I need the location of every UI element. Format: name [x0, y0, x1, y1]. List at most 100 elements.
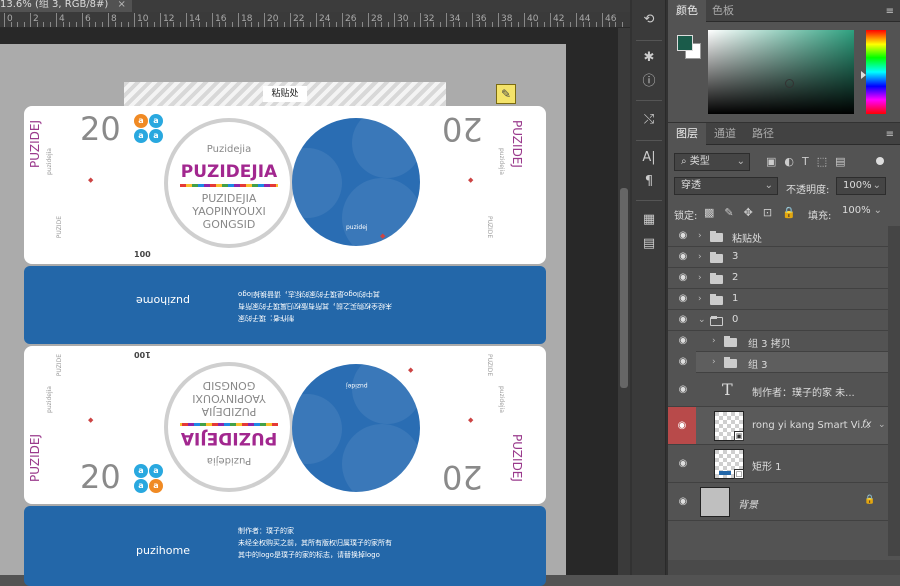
scroll-thumb[interactable] — [620, 188, 628, 388]
info-icon[interactable]: ⓘ — [639, 72, 659, 92]
back-side-text-right: PUZIDEJ — [510, 434, 524, 482]
visibility-eye-box[interactable]: ◉ — [668, 407, 696, 444]
layers-panel-menu-icon[interactable]: ≡ — [886, 129, 894, 140]
color-picker-marker[interactable] — [785, 79, 794, 88]
filter-toggle-icon[interactable] — [876, 157, 884, 165]
canvas-area[interactable]: 粘贴处 ✎ PUZIDEJ puzidejia PUZIDE ◆ 20 a a … — [0, 28, 618, 586]
layer-name[interactable]: 矩形 1 — [752, 458, 782, 473]
expand-arrow-icon[interactable]: › — [712, 336, 716, 346]
paths-icon[interactable]: ⤭ — [639, 110, 659, 130]
visibility-eye-icon[interactable]: ◉ — [676, 496, 690, 507]
visibility-eye-icon[interactable]: ◉ — [676, 230, 690, 241]
history-icon[interactable]: ⟲ — [639, 10, 659, 30]
expand-arrow-icon[interactable]: › — [698, 294, 702, 304]
tab-channels[interactable]: 通道 — [706, 123, 744, 145]
layer-row-selected[interactable]: ◉ › 组 3 — [679, 352, 888, 373]
visibility-eye-icon[interactable]: ◉ — [676, 251, 690, 262]
layer-name[interactable]: 粘贴处 — [732, 230, 762, 245]
filter-dropdown[interactable]: ⌕ 类型 ⌄ — [674, 153, 750, 171]
paragraph-icon[interactable]: ¶ — [639, 172, 659, 192]
collapse-arrow-icon[interactable]: ⌄ — [698, 315, 706, 325]
layer-row[interactable]: ◉ ⌄ 0 — [668, 310, 888, 331]
layer-name[interactable]: 1 — [732, 293, 738, 304]
layer-name[interactable]: 0 — [732, 314, 738, 325]
color-picker-field[interactable] — [708, 30, 854, 114]
fill-input[interactable]: 100% ⌄ — [836, 203, 886, 221]
tab-layers[interactable]: 图层 — [668, 123, 706, 145]
chevron-down-icon: ⌄ — [872, 180, 881, 191]
layer-name[interactable]: 背景 — [738, 496, 758, 511]
document-canvas[interactable]: 粘贴处 ✎ PUZIDEJ puzidejia PUZIDE ◆ 20 a a … — [0, 44, 566, 586]
visibility-eye-icon[interactable]: ◉ — [676, 335, 690, 346]
expand-arrow-icon[interactable]: › — [698, 231, 702, 241]
layer-row-smart-object[interactable]: ◉ ▣ rong yi kang Smart Vi... fx ⌄ — [668, 407, 888, 445]
brush-settings-icon[interactable]: ✱ — [639, 48, 659, 68]
ruler-tick — [465, 22, 467, 27]
layer-row[interactable]: ◉ › 粘贴处 — [668, 226, 888, 247]
layers-scrollbar[interactable] — [888, 226, 900, 556]
visibility-eye-icon[interactable]: ◉ — [676, 458, 690, 469]
ruler-tick — [56, 13, 57, 27]
visibility-eye-icon[interactable]: ◉ — [676, 272, 690, 283]
visibility-eye-icon[interactable]: ◉ — [676, 314, 690, 325]
layer-name[interactable]: rong yi kang Smart Vi... — [752, 420, 870, 431]
ruler-tick — [316, 13, 317, 27]
brand-bubbles: a a a a — [134, 114, 164, 144]
tab-swatches[interactable]: 色板 — [704, 0, 742, 22]
expand-arrow-icon[interactable]: › — [698, 252, 702, 262]
blue-text-1: 制作者：璞子的家 — [238, 527, 294, 535]
smart-object-badge-icon: ▣ — [734, 431, 744, 441]
close-tab-icon[interactable]: × — [118, 0, 126, 10]
layer-row[interactable]: ◉ T 制作者：璞子的家 未... — [668, 373, 888, 407]
character-icon[interactable]: A| — [639, 148, 659, 168]
ruler-tick — [602, 13, 603, 27]
layer-row-background[interactable]: ◉ 背景 🔒 — [668, 483, 888, 521]
foreground-color-swatch[interactable] — [677, 35, 693, 51]
expand-arrow-icon[interactable]: › — [712, 357, 716, 367]
box-back-panel: PUZIDEJ puzidejia PUZIDE ◆ 20 a a a a 10… — [24, 346, 546, 504]
layer-name[interactable]: 制作者：璞子的家 未... — [752, 384, 855, 399]
layer-name[interactable]: 组 3 — [748, 356, 768, 371]
chevron-down-icon[interactable]: ⌄ — [878, 420, 886, 430]
blend-mode-dropdown[interactable]: 穿透 ⌄ — [674, 177, 778, 195]
tab-paths[interactable]: 路径 — [744, 123, 782, 145]
filter-value: 类型 — [689, 156, 710, 167]
document-tab-title: 13.6% (组 3, RGB/8#) — [0, 0, 109, 10]
layer-row[interactable]: ◉ □ 矩形 1 — [668, 445, 888, 483]
layer-name[interactable]: 2 — [732, 272, 738, 283]
right-logo-mark: ◆ — [468, 176, 474, 184]
ruler-tick — [166, 22, 168, 27]
lock-option-icons[interactable]: ▩✎✥⊡🔒 — [704, 206, 806, 219]
visibility-eye-icon[interactable]: ◉ — [676, 293, 690, 304]
layer-row[interactable]: ◉ › 1 — [668, 289, 888, 310]
layer-name[interactable]: 组 3 拷贝 — [748, 335, 791, 350]
opacity-input[interactable]: 100% ⌄ — [836, 177, 886, 195]
color-panel-menu-icon[interactable]: ≡ — [886, 6, 894, 17]
ruler-tick — [199, 22, 200, 27]
back-side-text-left: PUZIDEJ — [28, 434, 42, 482]
visibility-eye-icon[interactable]: ◉ — [676, 384, 690, 395]
document-tab[interactable]: 13.6% (组 3, RGB/8#) × — [0, 0, 132, 12]
note-icon[interactable]: ✎ — [496, 84, 516, 104]
filter-type-icons[interactable]: ▣◐T⬚▤ — [766, 155, 854, 168]
ruler-tick — [277, 22, 278, 27]
fx-icon[interactable]: fx — [862, 419, 871, 430]
ruler-tick — [62, 22, 64, 27]
visibility-eye-icon[interactable]: ◉ — [676, 356, 690, 367]
layer-row[interactable]: ◉ › 3 — [668, 247, 888, 268]
visibility-eye-icon[interactable]: ◉ — [675, 420, 689, 431]
ruler-tick — [179, 22, 181, 27]
notes-icon[interactable]: ▤ — [639, 234, 659, 254]
layer-row[interactable]: ◉ › 2 — [668, 268, 888, 289]
canvas-vertical-scrollbar[interactable] — [618, 28, 630, 575]
ruler-tick — [329, 22, 330, 27]
hue-slider[interactable] — [866, 30, 886, 114]
blue-text-1-flipped: 其中的logo是璞子的家的标志，请替换掉logo — [238, 290, 380, 298]
ruler-tick — [485, 22, 486, 27]
properties-icon[interactable]: ▦ — [639, 210, 659, 230]
layer-name[interactable]: 3 — [732, 251, 738, 262]
tab-color[interactable]: 颜色 — [668, 0, 706, 22]
folder-icon — [724, 357, 737, 368]
layer-row[interactable]: ◉ › 组 3 拷贝 — [679, 331, 888, 352]
expand-arrow-icon[interactable]: › — [698, 273, 702, 283]
